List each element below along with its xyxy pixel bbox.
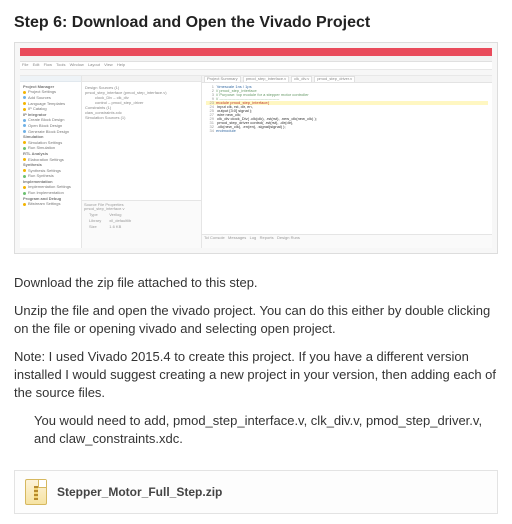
- paragraph-3: Note: I used Vivado 2015.4 to create thi…: [14, 348, 498, 402]
- flow-navigator: Project Manager Project Settings Add Sou…: [20, 76, 82, 248]
- paragraph-1: Download the zip file attached to this s…: [14, 274, 498, 292]
- step-heading: Step 6: Download and Open the Vivado Pro…: [14, 14, 498, 32]
- vivado-screenshot: File Edit Flow Tools Window Layout View …: [20, 48, 492, 248]
- attachment-link[interactable]: Stepper_Motor_Full_Step.zip: [14, 470, 498, 514]
- editor-panel: Project Summary pmod_step_interface.v cl…: [202, 76, 492, 248]
- step-body: Download the zip file attached to this s…: [14, 274, 498, 448]
- sources-panel: Design Sources (1) pmod_step_interface (…: [82, 76, 202, 248]
- properties-panel: Source File Properties pmod_step_interfa…: [82, 200, 201, 248]
- paragraph-2: Unzip the file and open the vivado proje…: [14, 302, 498, 338]
- window-titlebar: [20, 48, 492, 56]
- menu-bar: File Edit Flow Tools Window Layout View …: [20, 62, 492, 70]
- paragraph-4: You would need to add, pmod_step_interfa…: [14, 412, 498, 448]
- attachment-filename: Stepper_Motor_Full_Step.zip: [57, 485, 222, 499]
- zip-icon: [25, 479, 47, 505]
- screenshot-figure: File Edit Flow Tools Window Layout View …: [14, 42, 498, 254]
